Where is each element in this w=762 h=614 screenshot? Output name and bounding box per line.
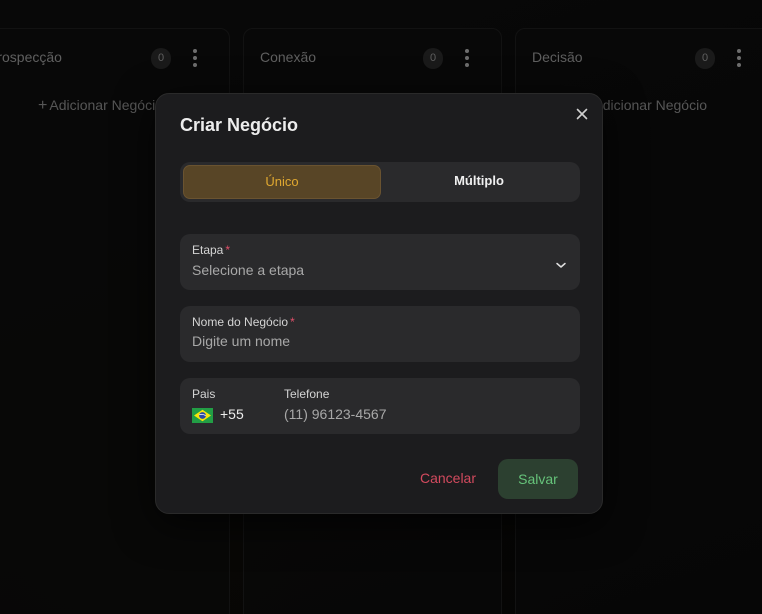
close-icon[interactable] [574, 106, 590, 122]
stage-select[interactable]: Etapa * Selecione a etapa [180, 234, 580, 290]
required-mark: * [225, 243, 231, 257]
stage-label: Etapa * [192, 243, 231, 257]
app-stage: Prospecção 0 +Adicionar Negócio Conexão … [0, 0, 762, 614]
deal-name-input[interactable] [192, 333, 562, 349]
chevron-down-icon [555, 257, 567, 268]
deal-name-label: Nome do Negócio * [192, 315, 295, 329]
country-label: Pais [192, 387, 216, 401]
deal-name-field: Nome do Negócio * [180, 306, 580, 362]
dialog-title: Criar Negócio [180, 115, 299, 135]
required-mark: * [290, 315, 295, 329]
create-deal-dialog: Criar Negócio Único Múltiplo Etapa * Sele… [155, 93, 603, 514]
save-button[interactable]: Salvar [498, 459, 578, 499]
dial-code[interactable]: +55 [220, 406, 244, 422]
phone-input[interactable]: (11) 96123-4567 [284, 406, 386, 422]
phone-field: Pais +55 Telefone (11) 96123-4567 [180, 378, 580, 434]
cancel-button[interactable]: Cancelar [420, 470, 476, 486]
tab-multiplo[interactable]: Múltiplo [381, 165, 577, 199]
brazil-flag-icon[interactable] [192, 408, 213, 423]
tab-unico[interactable]: Único [183, 165, 381, 199]
mode-toggle: Único Múltiplo [180, 162, 580, 202]
phone-label: Telefone [284, 387, 330, 401]
stage-select-value: Selecione a etapa [192, 262, 305, 278]
